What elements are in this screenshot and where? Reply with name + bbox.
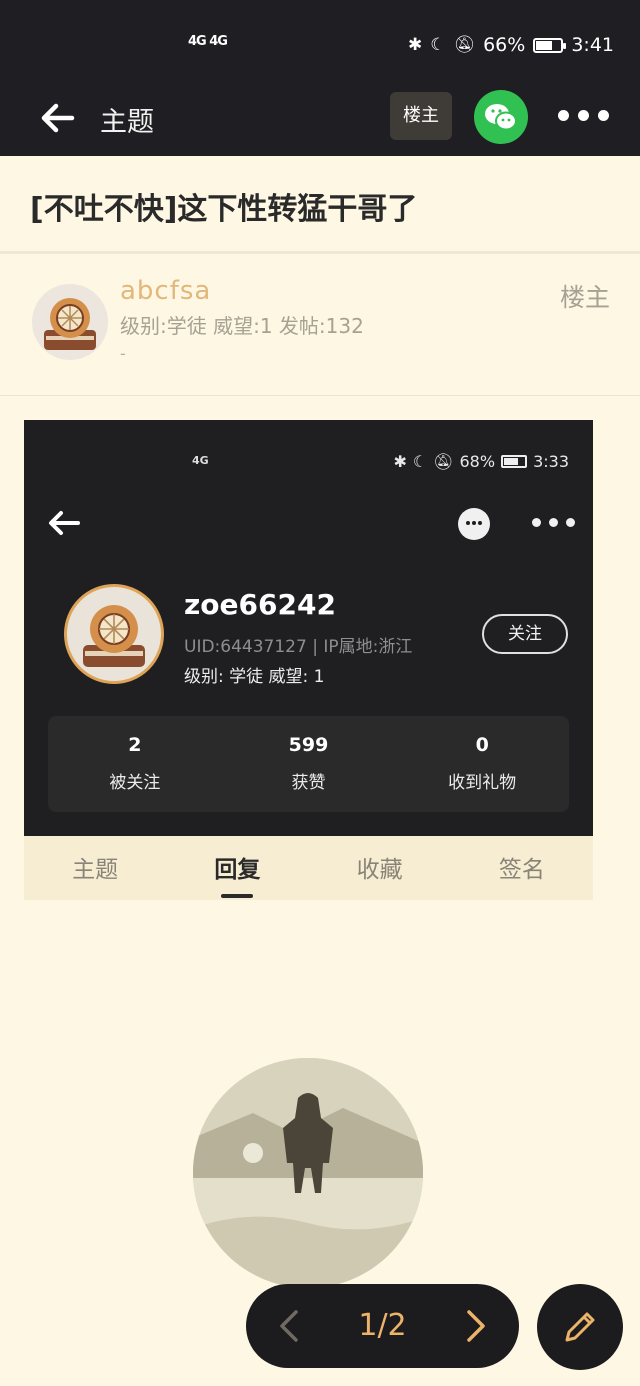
page-pager: 1/2: [246, 1284, 519, 1368]
author-name[interactable]: abcfsa: [120, 276, 211, 306]
embedded-avatar: [64, 584, 164, 684]
bluetooth-icon: ✱: [408, 35, 423, 55]
clock: 3:41: [571, 34, 614, 56]
stat-likes: 599 获赞: [222, 716, 396, 812]
embedded-tab-replies: 回复: [166, 836, 308, 900]
embedded-battery-percent: 68%: [459, 452, 496, 471]
embedded-level: 级别: 学徒 威望: 1: [184, 667, 325, 687]
embedded-tab-signature: 签名: [498, 857, 545, 883]
embedded-more-icon: [530, 516, 578, 530]
stat-value: 0: [475, 734, 489, 756]
embedded-chat-icon: [458, 508, 490, 540]
stat-label: 被关注: [109, 773, 161, 793]
embedded-status: ✱ ☾ 🔕︎ 68% 3:33: [393, 452, 569, 471]
embedded-back-arrow-icon: [46, 508, 82, 538]
owner-only-button[interactable]: 楼主: [390, 92, 452, 140]
embedded-tab-favorites: 收藏: [356, 857, 403, 883]
stat-label: 获赞: [291, 773, 326, 793]
embedded-tab-topics: 主题: [72, 857, 119, 883]
embedded-clock: 3:33: [533, 452, 569, 471]
post-author: abcfsa 级别:学徒 威望:1 发帖:132 - 楼主: [0, 256, 640, 396]
mute-bell-icon: 🔕︎: [453, 35, 476, 55]
moon-icon: ☾: [430, 35, 446, 55]
page-title: 主题: [100, 107, 154, 138]
embedded-stats: 2 被关注 599 获赞 0 收到礼物: [48, 716, 569, 812]
wechat-icon[interactable]: [474, 90, 528, 144]
topic-title: [不吐不快]这下性转猛干哥了: [30, 192, 418, 227]
embedded-moon-icon: ☾: [412, 452, 428, 471]
author-signature: -: [120, 344, 126, 363]
chevron-right-icon[interactable]: [457, 1306, 493, 1346]
battery-icon: [533, 37, 567, 53]
embedded-uid: UID:64437127 | IP属地:浙江: [184, 637, 413, 657]
embedded-username: zoe66242: [184, 588, 336, 621]
pencil-icon: [565, 1312, 595, 1342]
signal-icon: 4G 4G: [188, 34, 228, 49]
topic-header: [不吐不快]这下性转猛干哥了: [0, 156, 640, 254]
author-meta: 级别:学徒 威望:1 发帖:132: [120, 314, 364, 338]
stat-label: 收到礼物: [448, 773, 517, 793]
stat-followers: 2 被关注: [48, 716, 222, 812]
embedded-screenshot[interactable]: 4G ✱ ☾ 🔕︎ 68% 3:33 zoe66242 UID:64437127…: [24, 420, 593, 900]
compose-button[interactable]: [537, 1284, 623, 1370]
more-icon[interactable]: [556, 106, 612, 126]
embedded-signal-icon: 4G: [192, 454, 209, 467]
stat-value: 2: [128, 734, 142, 756]
embedded-battery-icon: [501, 455, 528, 468]
empty-state-illustration: [193, 1058, 423, 1288]
owner-badge: 楼主: [559, 283, 610, 312]
stat-gifts: 0 收到礼物: [395, 716, 569, 812]
avatar[interactable]: [32, 284, 108, 360]
app-bar: 主题 楼主: [0, 80, 640, 156]
status-bar: 4G 4G ✱ ☾ 🔕︎ 66% 3:41: [0, 0, 640, 80]
embedded-tabs: 主题 回复 收藏 签名: [24, 836, 593, 900]
embedded-mute-icon: 🔕︎: [433, 452, 454, 471]
stat-value: 599: [288, 734, 329, 756]
status-right: ✱ ☾ 🔕︎ 66% 3:41: [408, 34, 614, 56]
battery-percent: 66%: [483, 34, 526, 56]
back-arrow-icon[interactable]: [38, 98, 78, 138]
embedded-follow-button: 关注: [482, 614, 568, 654]
embedded-bluetooth-icon: ✱: [393, 452, 407, 471]
